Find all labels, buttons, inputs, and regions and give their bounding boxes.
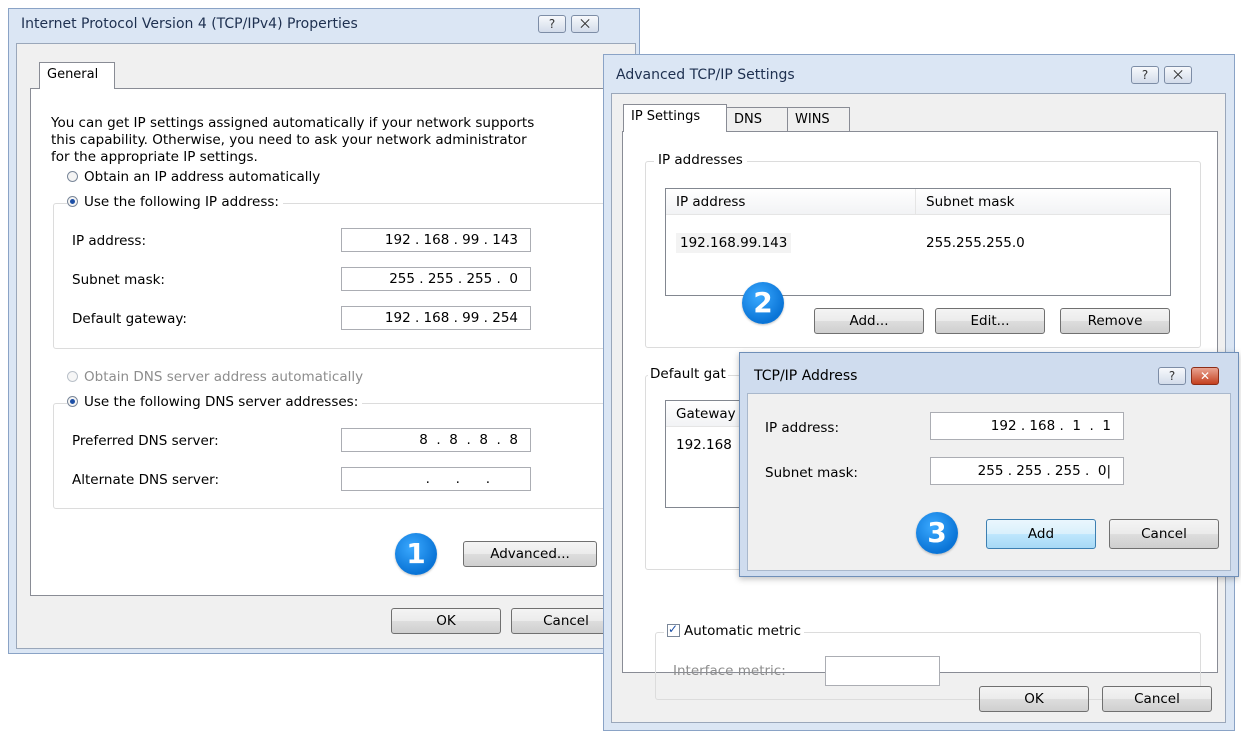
- radio-obtain-ip-auto-label: Obtain an IP address automatically: [84, 169, 321, 185]
- column-header-subnet-mask[interactable]: Subnet mask: [916, 189, 1170, 215]
- advanced-cancel-button[interactable]: Cancel: [1102, 686, 1212, 712]
- tcpip-address-dialog: TCP/IP Address ? ✕ IP address: 192 . 168…: [739, 352, 1239, 577]
- intro-text-line3: for the appropriate IP settings.: [51, 149, 258, 165]
- default-gateway-label: Default gateway:: [72, 311, 187, 327]
- step-3-badge: 3: [916, 512, 958, 554]
- advanced-window-title: Advanced TCP/IP Settings: [616, 67, 795, 83]
- preferred-dns-label: Preferred DNS server:: [72, 433, 219, 449]
- tcpip-content: IP address: 192 . 168 . 1 . 1 Subnet mas…: [747, 393, 1231, 571]
- tcpip-mask-field[interactable]: 255 . 255 . 255 . 0|: [930, 457, 1124, 485]
- ipv4-content: General You can get IP settings assigned…: [16, 43, 636, 649]
- interface-metric-field[interactable]: [825, 656, 940, 686]
- tcpip-title-bar[interactable]: TCP/IP Address ? ✕: [740, 353, 1238, 387]
- add-ip-button[interactable]: Add...: [814, 308, 924, 334]
- subnet-mask-field[interactable]: 255 . 255 . 255 . 0: [341, 267, 531, 291]
- ipv4-window-title: Internet Protocol Version 4 (TCP/IPv4) P…: [21, 16, 358, 32]
- preferred-dns-field[interactable]: 8 . 8 . 8 . 8: [341, 428, 531, 452]
- radio-button-on[interactable]: [67, 396, 78, 407]
- edit-ip-button[interactable]: Edit...: [935, 308, 1045, 334]
- ipv4-title-bar[interactable]: Internet Protocol Version 4 (TCP/IPv4) P…: [9, 9, 639, 43]
- advanced-help-button[interactable]: ?: [1131, 66, 1159, 84]
- subnet-mask-label: Subnet mask:: [72, 272, 165, 288]
- intro-text-line1: You can get IP settings assigned automat…: [51, 115, 535, 131]
- radio-obtain-dns-auto-label: Obtain DNS server address automatically: [84, 369, 364, 385]
- radio-use-following-ip[interactable]: Use the following IP address:: [67, 194, 283, 210]
- ip-address-label: IP address:: [72, 233, 146, 249]
- ip-addresses-group-label: IP addresses: [654, 152, 747, 168]
- radio-use-following-dns[interactable]: Use the following DNS server addresses:: [67, 394, 363, 410]
- radio-button-disabled[interactable]: [67, 371, 78, 382]
- radio-button-off[interactable]: [67, 171, 78, 182]
- checkbox-checked-icon[interactable]: [667, 622, 680, 637]
- list-item-gateway[interactable]: 192.168: [676, 437, 732, 453]
- remove-ip-button[interactable]: Remove: [1060, 308, 1170, 334]
- list-item-ip[interactable]: 192.168.99.143: [676, 233, 792, 253]
- default-gateways-group-label: Default gat: [648, 366, 728, 382]
- tcpip-close-button[interactable]: ✕: [1191, 367, 1219, 385]
- automatic-metric-label: Automatic metric: [684, 623, 801, 639]
- ipv4-properties-window: Internet Protocol Version 4 (TCP/IPv4) P…: [8, 8, 640, 654]
- tcpip-help-button[interactable]: ?: [1158, 367, 1186, 385]
- tcpip-mask-label: Subnet mask:: [765, 465, 858, 481]
- ip-address-field[interactable]: 192 . 168 . 99 . 143: [341, 228, 531, 252]
- ipv4-help-button[interactable]: ?: [538, 15, 566, 33]
- step-2-badge: 2: [742, 282, 784, 324]
- step-1-badge: 1: [395, 533, 437, 575]
- default-gateway-field[interactable]: 192 . 168 . 99 . 254: [341, 306, 531, 330]
- column-header-ip-address[interactable]: IP address: [666, 189, 916, 215]
- ip-address-list[interactable]: IP address Subnet mask 192.168.99.143 25…: [665, 188, 1171, 296]
- ipv4-ok-button[interactable]: OK: [391, 608, 501, 634]
- advanced-button[interactable]: Advanced...: [463, 541, 597, 567]
- advanced-title-bar[interactable]: Advanced TCP/IP Settings ? ⨉: [604, 55, 1234, 89]
- radio-use-following-ip-label: Use the following IP address:: [84, 194, 279, 210]
- radio-use-following-dns-label: Use the following DNS server addresses:: [84, 394, 359, 410]
- tab-general[interactable]: General: [39, 62, 115, 89]
- tcpip-dialog-title: TCP/IP Address: [754, 368, 858, 384]
- tab-ip-settings[interactable]: IP Settings: [623, 104, 727, 132]
- manual-dns-group: Use the following DNS server addresses: …: [53, 394, 609, 509]
- radio-obtain-ip-auto[interactable]: Obtain an IP address automatically: [67, 169, 320, 185]
- automatic-metric-checkbox[interactable]: Automatic metric: [664, 622, 804, 639]
- alternate-dns-field[interactable]: . . .: [341, 467, 531, 491]
- general-tab-panel: You can get IP settings assigned automat…: [30, 88, 626, 596]
- alternate-dns-label: Alternate DNS server:: [72, 472, 220, 488]
- tab-wins[interactable]: WINS: [787, 107, 850, 131]
- radio-button-on[interactable]: [67, 196, 78, 207]
- advanced-close-button[interactable]: ⨉: [1164, 66, 1192, 84]
- radio-obtain-dns-auto[interactable]: Obtain DNS server address automatically: [67, 369, 363, 385]
- interface-metric-label: Interface metric:: [673, 663, 786, 679]
- intro-text-line2: this capability. Otherwise, you need to …: [51, 132, 527, 148]
- tab-dns[interactable]: DNS: [726, 107, 788, 131]
- list-item-mask[interactable]: 255.255.255.0: [926, 235, 1025, 251]
- manual-ip-group: Use the following IP address: IP address…: [53, 194, 609, 349]
- advanced-ok-button[interactable]: OK: [979, 686, 1089, 712]
- ipv4-close-button[interactable]: ⨉: [571, 15, 599, 33]
- ip-addresses-group: IP addresses IP address Subnet mask 192.…: [645, 152, 1201, 348]
- tcpip-ip-label: IP address:: [765, 420, 839, 436]
- tcpip-ip-field[interactable]: 192 . 168 . 1 . 1: [930, 412, 1124, 440]
- tcpip-add-button[interactable]: Add: [986, 519, 1096, 549]
- tcpip-cancel-button[interactable]: Cancel: [1109, 519, 1219, 549]
